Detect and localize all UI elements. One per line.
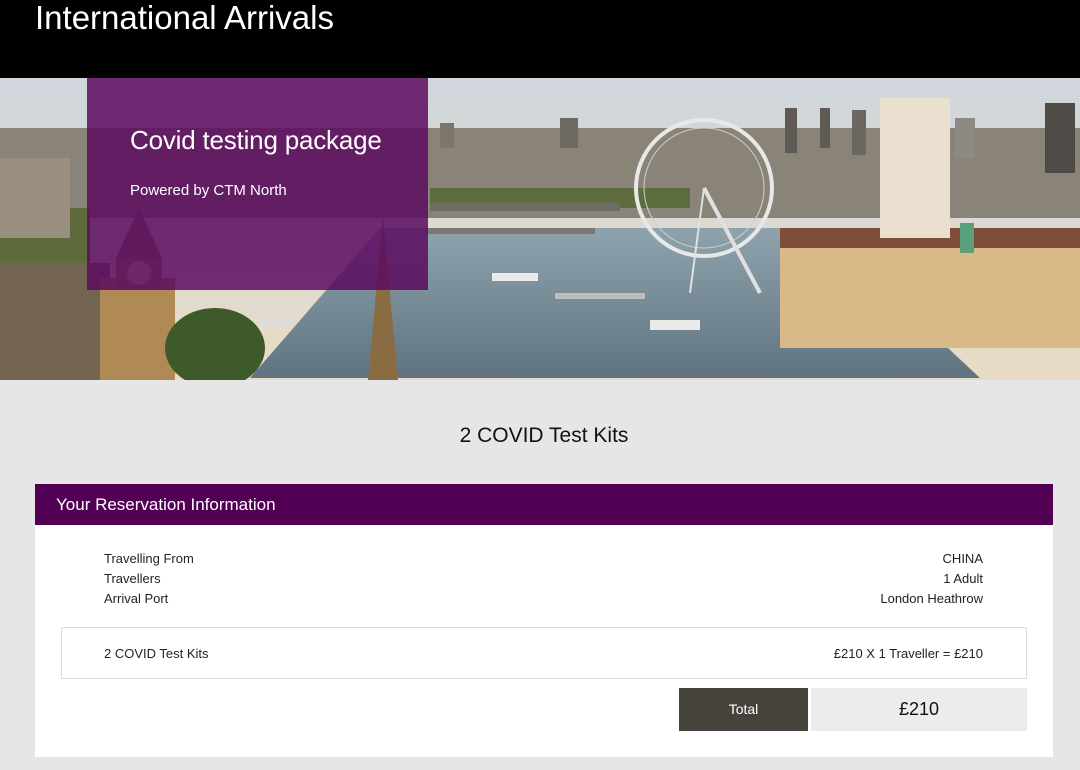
info-row-arrival-port: Arrival Port London Heathrow bbox=[104, 591, 983, 611]
hero-banner: Covid testing package Powered by CTM Nor… bbox=[0, 78, 1080, 380]
line-item-calculation: £210 X 1 Traveller = £210 bbox=[833, 646, 983, 661]
line-item-name: 2 COVID Test Kits bbox=[104, 646, 209, 661]
line-item: 2 COVID Test Kits £210 X 1 Traveller = £… bbox=[61, 627, 1027, 679]
app-title: International Arrivals bbox=[35, 0, 334, 36]
info-value: CHINA bbox=[942, 551, 983, 566]
info-label: Travelling From bbox=[104, 551, 194, 566]
info-value: 1 Adult bbox=[943, 571, 983, 586]
total-value: £210 bbox=[811, 688, 1027, 731]
info-value: London Heathrow bbox=[880, 591, 983, 606]
total-label: Total bbox=[679, 688, 808, 731]
hero-subtitle: Powered by CTM North bbox=[130, 182, 287, 199]
reservation-panel: Your Reservation Information Travelling … bbox=[35, 484, 1053, 757]
info-row-travelling-from: Travelling From CHINA bbox=[104, 551, 983, 571]
reservation-header: Your Reservation Information bbox=[35, 484, 1053, 525]
top-bar: International Arrivals bbox=[0, 0, 1080, 78]
info-label: Travellers bbox=[104, 571, 161, 586]
hero-card: Covid testing package Powered by CTM Nor… bbox=[87, 78, 428, 290]
hero-title: Covid testing package bbox=[130, 125, 382, 155]
section-title: 2 COVID Test Kits bbox=[459, 424, 629, 447]
info-row-travellers: Travellers 1 Adult bbox=[104, 571, 983, 591]
reservation-heading: Your Reservation Information bbox=[56, 495, 276, 514]
info-label: Arrival Port bbox=[104, 591, 169, 606]
